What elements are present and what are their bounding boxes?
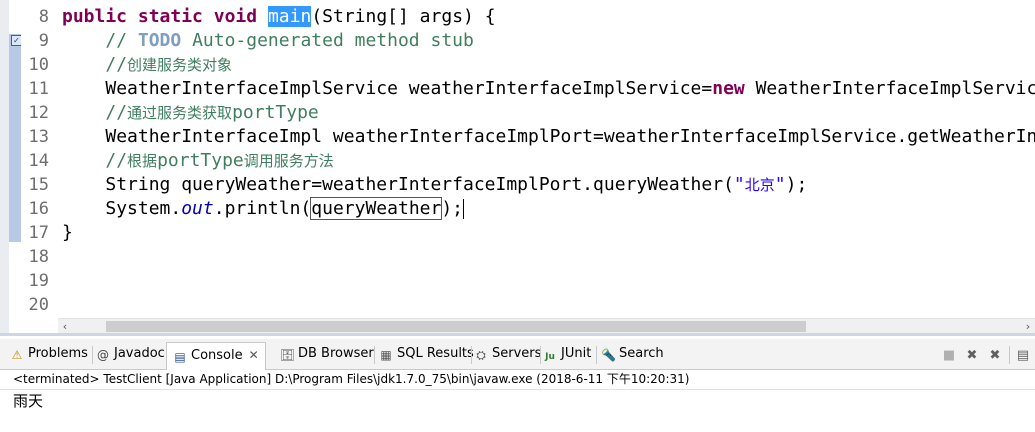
comment: // TODO Auto-generated method stub bbox=[105, 30, 474, 51]
code-line-8[interactable]: public static void main(String[] args) { bbox=[62, 5, 1035, 29]
comment: //根据portType调用服务方法 bbox=[105, 150, 334, 171]
todo-tag: TODO bbox=[137, 30, 182, 51]
code-line-11[interactable]: WeatherInterfaceImplService weatherInter… bbox=[62, 77, 1035, 101]
panel-tab-bar: ⚠ Problems @ Javadoc ▤ Console ✕ 🗄 DB Browser… bbox=[0, 339, 1035, 370]
code-text: ); bbox=[441, 198, 464, 219]
code-line-13[interactable]: WeatherInterfaceImpl weatherInterfaceImp… bbox=[62, 125, 1035, 149]
line-number: 13 bbox=[28, 127, 49, 147]
fold-highlight-bar bbox=[9, 34, 21, 242]
tab-divider bbox=[596, 346, 597, 364]
code-text: (String[] args) { bbox=[311, 6, 496, 27]
code-line-20[interactable] bbox=[62, 293, 1035, 317]
line-number: 16 bbox=[28, 199, 49, 219]
text-caret bbox=[463, 199, 465, 219]
tab-sql-results[interactable]: ▦ SQL Results bbox=[379, 342, 474, 366]
line-number: 8 bbox=[38, 7, 49, 27]
tab-label: DB Browser bbox=[298, 346, 374, 361]
code-text: WeatherInterfaceImpl weatherInterfaceImp… bbox=[105, 126, 1035, 147]
code-line-15[interactable]: String queryWeather=weatherInterfaceImpl… bbox=[62, 173, 1035, 197]
scroll-lock-icon[interactable]: ▤ bbox=[1015, 348, 1031, 364]
code-text: System. bbox=[105, 198, 182, 219]
code-line-18[interactable] bbox=[62, 245, 1035, 269]
search-icon: 🔦 bbox=[601, 348, 616, 362]
code-text: ); bbox=[785, 174, 808, 195]
tab-search[interactable]: 🔦 Search bbox=[601, 342, 664, 366]
keyword: public bbox=[62, 6, 128, 27]
tab-divider bbox=[374, 346, 375, 364]
console-icon: ▤ bbox=[174, 350, 186, 364]
tab-console[interactable]: ▤ Console ✕ bbox=[166, 342, 266, 370]
code-line-12[interactable]: //通过服务类获取portType bbox=[62, 101, 1035, 125]
comment: //通过服务类获取portType bbox=[105, 102, 319, 123]
code-line-16[interactable]: System.out.println(queryWeather); bbox=[62, 197, 1035, 221]
tab-label: Search bbox=[619, 346, 664, 361]
code-editor[interactable]: ✓ 8 9 10 11 12 13 14 15 16 17 18 19 20 p… bbox=[0, 0, 1035, 333]
tab-label: Console bbox=[191, 348, 243, 363]
problems-icon: ⚠ bbox=[11, 348, 23, 362]
code-line-19[interactable] bbox=[62, 269, 1035, 293]
remove-all-terminated-icon[interactable]: ✖ bbox=[987, 348, 1003, 364]
tab-servers[interactable]: ⛭ Servers bbox=[474, 342, 541, 366]
tab-label: Servers bbox=[492, 346, 542, 361]
line-number: 11 bbox=[28, 79, 49, 99]
line-numbers: 8 9 10 11 12 13 14 15 16 17 18 19 20 bbox=[21, 5, 49, 317]
code-line-9[interactable]: // TODO Auto-generated method stub bbox=[62, 29, 1035, 53]
code-line-14[interactable]: //根据portType调用服务方法 bbox=[62, 149, 1035, 173]
scrollbar-thumb[interactable] bbox=[106, 321, 806, 332]
code-text: } bbox=[62, 222, 73, 243]
servers-icon: ⛭ bbox=[476, 348, 486, 362]
line-number: 14 bbox=[28, 151, 49, 171]
keyword: new bbox=[712, 78, 745, 99]
keyword: static bbox=[137, 6, 203, 27]
tab-label: JUnit bbox=[561, 346, 592, 361]
toolbar-divider bbox=[1009, 346, 1010, 364]
line-number: 17 bbox=[28, 223, 49, 243]
line-number: 20 bbox=[28, 295, 49, 315]
horizontal-scrollbar[interactable]: ‹ › bbox=[58, 318, 1035, 333]
keyword: void bbox=[213, 6, 258, 27]
db-browser-icon: 🗄 bbox=[280, 348, 296, 362]
line-number: 10 bbox=[28, 55, 49, 75]
scroll-right-icon[interactable]: › bbox=[1021, 319, 1035, 333]
code-text: WeatherInterfaceImplService weatherInter… bbox=[105, 78, 713, 99]
remove-launch-icon[interactable]: ✖ bbox=[964, 348, 980, 364]
string-literal: "北京" bbox=[733, 174, 786, 195]
tab-divider bbox=[540, 346, 541, 364]
console-panel: ⚠ Problems @ Javadoc ▤ Console ✕ 🗄 DB Browser… bbox=[0, 333, 1035, 432]
console-output[interactable]: 雨天 bbox=[13, 391, 43, 411]
editor-left-ruler bbox=[0, 0, 9, 333]
terminate-icon[interactable]: ■ bbox=[941, 348, 957, 364]
highlighted-variable[interactable]: queryWeather bbox=[310, 197, 443, 220]
tab-label: Problems bbox=[28, 346, 88, 361]
javadoc-icon: @ bbox=[97, 348, 109, 362]
code-text: .println( bbox=[213, 198, 312, 219]
code-text: WeatherInterfaceImplService(); bbox=[755, 78, 1035, 99]
tab-label: SQL Results bbox=[397, 346, 474, 361]
selected-method-name[interactable]: main bbox=[267, 6, 312, 27]
code-line-10[interactable]: //创建服务类对象 bbox=[62, 53, 1035, 77]
line-number: 12 bbox=[28, 103, 49, 123]
console-status-line: <terminated> TestClient [Java Applicatio… bbox=[0, 370, 1035, 390]
code-area[interactable]: public static void main(String[] args) {… bbox=[62, 5, 1035, 317]
code-text: String queryWeather=weatherInterfaceImpl… bbox=[105, 174, 734, 195]
junit-icon: Ju bbox=[545, 352, 555, 362]
line-number: 19 bbox=[28, 271, 49, 291]
line-number: 9 bbox=[38, 31, 49, 51]
static-field: out bbox=[181, 198, 214, 219]
tab-problems[interactable]: ⚠ Problems bbox=[10, 342, 88, 366]
scroll-left-icon[interactable]: ‹ bbox=[58, 319, 72, 333]
line-number: 18 bbox=[28, 247, 49, 267]
comment: //创建服务类对象 bbox=[105, 54, 233, 75]
close-icon[interactable]: ✕ bbox=[249, 348, 259, 362]
tab-javadoc[interactable]: @ Javadoc bbox=[96, 342, 165, 366]
tab-divider bbox=[92, 346, 93, 364]
tab-junit[interactable]: Ju JUnit bbox=[543, 342, 591, 366]
sql-results-icon: ▦ bbox=[380, 348, 392, 362]
tab-label: Javadoc bbox=[114, 346, 165, 361]
line-number: 15 bbox=[28, 175, 49, 195]
code-line-17[interactable]: } bbox=[62, 221, 1035, 245]
tab-db-browser[interactable]: 🗄 DB Browser bbox=[280, 342, 374, 366]
tab-divider bbox=[471, 346, 472, 364]
